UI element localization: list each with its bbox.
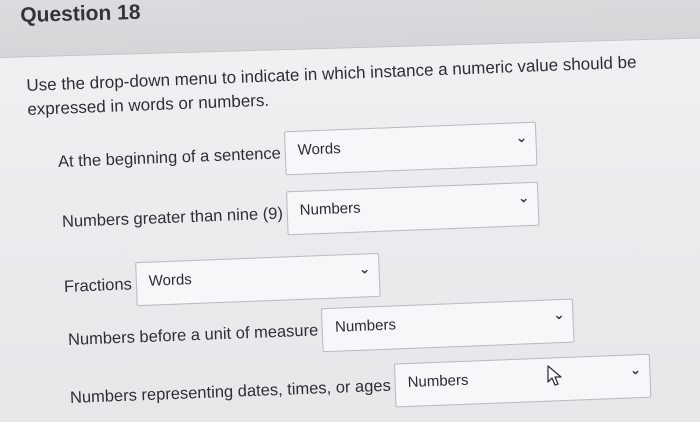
row-label: Numbers representing dates, times, or ag… xyxy=(69,376,392,407)
question-title: Question 18 xyxy=(20,0,141,27)
dropdown-selected-value: Numbers xyxy=(299,199,361,219)
question-row: Numbers before a unit of measure Numbers… xyxy=(67,298,575,362)
answer-dropdown[interactable]: Numbers ⌄ xyxy=(286,181,540,236)
answer-dropdown[interactable]: Words ⌄ xyxy=(134,252,381,307)
row-label: At the beginning of a sentence xyxy=(57,143,282,171)
mouse-pointer-icon xyxy=(547,365,562,386)
chevron-down-icon: ⌄ xyxy=(358,260,371,277)
dropdown-selected-value: Numbers xyxy=(407,371,469,392)
row-label: Numbers before a unit of measure xyxy=(67,320,319,349)
chevron-down-icon: ⌄ xyxy=(517,189,530,206)
dropdown-selected-value: Words xyxy=(297,140,342,159)
answer-dropdown[interactable]: Numbers ⌄ xyxy=(321,298,575,353)
dropdown-selected-value: Numbers xyxy=(334,316,397,336)
chevron-down-icon: ⌄ xyxy=(552,305,566,323)
quiz-page: Question 18 Use the drop-down menu to in… xyxy=(0,0,700,422)
answer-dropdown[interactable]: Numbers ⌄ xyxy=(393,353,652,408)
question-instructions: Use the drop-down menu to indicate in wh… xyxy=(26,52,637,119)
question-row: At the beginning of a sentence Words ⌄ xyxy=(57,121,538,184)
row-label: Fractions xyxy=(63,274,133,296)
dropdown-selected-value: Words xyxy=(148,271,193,290)
chevron-down-icon: ⌄ xyxy=(515,128,528,146)
answer-dropdown[interactable]: Words ⌄ xyxy=(283,121,538,176)
chevron-down-icon: ⌄ xyxy=(629,361,642,378)
question-row: Numbers greater than nine (9) Numbers ⌄ xyxy=(61,181,540,244)
row-label: Numbers greater than nine (9) xyxy=(61,204,284,231)
question-row: Fractions Words ⌄ xyxy=(63,252,381,309)
